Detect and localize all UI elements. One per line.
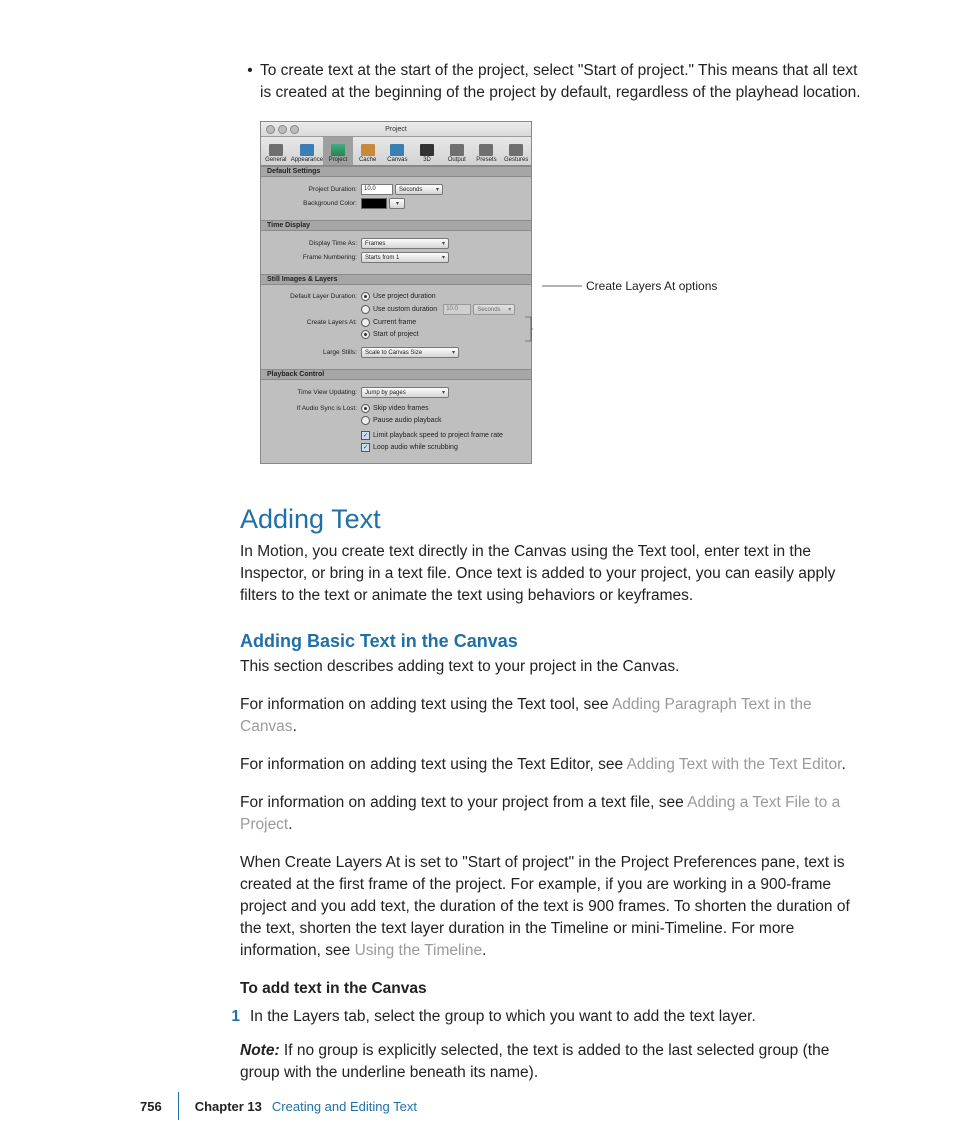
link-using-timeline[interactable]: Using the Timeline — [355, 942, 483, 959]
task-heading: To add text in the Canvas — [240, 978, 869, 1000]
radio-use-project-duration — [361, 292, 370, 301]
label-large-stills: Large Stills: — [267, 349, 361, 356]
chapter-label: Chapter 13 — [195, 1099, 262, 1114]
3d-icon — [420, 144, 434, 156]
canvas-icon — [390, 144, 404, 156]
tab-appearance: Appearance — [291, 137, 323, 165]
label-loop-audio: Loop audio while scrubbing — [373, 444, 458, 451]
section-time-display: Time Display — [261, 220, 531, 231]
dropdown-duration-unit: Seconds▾ — [395, 184, 443, 195]
radio-start-of-project — [361, 330, 370, 339]
output-icon — [450, 144, 464, 156]
label-create-layers-at: Create Layers At: — [267, 319, 361, 326]
tab-3d: 3D — [412, 137, 442, 165]
chapter-title: Creating and Editing Text — [272, 1099, 417, 1114]
label-bg-color: Background Color: — [267, 200, 361, 207]
link-text-editor[interactable]: Adding Text with the Text Editor — [627, 756, 842, 773]
paragraph-1: This section describes adding text to yo… — [240, 656, 869, 678]
heading-adding-basic-text: Adding Basic Text in the Canvas — [240, 631, 869, 652]
paragraph-3: For information on adding text using the… — [240, 754, 869, 776]
project-icon — [331, 144, 345, 156]
label-project-duration: Project Duration: — [267, 186, 361, 193]
figure: Project General Appearance Project Cache… — [260, 121, 869, 464]
section-still-images: Still Images & Layers — [261, 274, 531, 285]
heading-adding-text: Adding Text — [240, 504, 869, 535]
presets-icon — [479, 144, 493, 156]
label-skip-video: Skip video frames — [373, 405, 429, 412]
color-dropdown: ▾ — [389, 198, 405, 209]
input-custom-duration: 10.0 — [443, 304, 471, 315]
dropdown-custom-unit: Seconds▾ — [473, 304, 515, 315]
callout: Create Layers At options — [542, 279, 717, 293]
dropdown-time-view: Jump by pages▾ — [361, 387, 449, 398]
label-frame-numbering: Frame Numbering: — [267, 254, 361, 261]
step-1: 1 In the Layers tab, select the group to… — [240, 1006, 869, 1028]
tab-general: General — [261, 137, 291, 165]
label-start-of-project: Start of project — [373, 331, 419, 338]
checkbox-limit-playback: ✓ — [361, 431, 370, 440]
note-paragraph: Note: If no group is explicitly selected… — [240, 1040, 869, 1084]
radio-current-frame — [361, 318, 370, 327]
label-limit-playback: Limit playback speed to project frame ra… — [373, 432, 503, 439]
note-label: Note: — [240, 1042, 280, 1059]
radio-pause-audio — [361, 416, 370, 425]
color-swatch — [361, 198, 387, 209]
tab-canvas: Canvas — [382, 137, 412, 165]
label-display-time: Display Time As: — [267, 240, 361, 247]
note-text: If no group is explicitly selected, the … — [240, 1042, 829, 1081]
window-title: Project — [261, 126, 531, 133]
preferences-toolbar: General Appearance Project Cache Canvas … — [261, 137, 531, 166]
label-time-view: Time View Updating: — [267, 389, 361, 396]
label-pause-audio: Pause audio playback — [373, 417, 442, 424]
gestures-icon — [509, 144, 523, 156]
callout-leader-line — [542, 285, 582, 287]
intro-paragraph: In Motion, you create text directly in t… — [240, 541, 869, 607]
checkbox-loop-audio: ✓ — [361, 443, 370, 452]
radio-skip-video — [361, 404, 370, 413]
bullet-text: To create text at the start of the proje… — [260, 60, 869, 103]
tab-cache: Cache — [353, 137, 383, 165]
bullet-marker: • — [240, 60, 260, 103]
cache-icon — [361, 144, 375, 156]
page-footer: 756 Chapter 13 Creating and Editing Text — [140, 1092, 894, 1120]
tab-project: Project — [323, 137, 353, 165]
label-use-project: Use project duration — [373, 293, 436, 300]
tab-output: Output — [442, 137, 472, 165]
dropdown-frame-numbering: Starts from 1▾ — [361, 252, 449, 263]
dropdown-display-time: Frames▾ — [361, 238, 449, 249]
dropdown-large-stills: Scale to Canvas Size▾ — [361, 347, 459, 358]
step-text: In the Layers tab, select the group to w… — [250, 1006, 869, 1028]
tab-gestures: Gestures — [501, 137, 531, 165]
preferences-window: Project General Appearance Project Cache… — [260, 121, 532, 464]
label-current-frame: Current frame — [373, 319, 416, 326]
document-page: • To create text at the start of the pro… — [0, 0, 954, 1140]
page-number: 756 — [140, 1099, 162, 1114]
paragraph-5: When Create Layers At is set to "Start o… — [240, 852, 869, 962]
gear-icon — [269, 144, 283, 156]
paragraph-2: For information on adding text using the… — [240, 694, 869, 738]
callout-text: Create Layers At options — [586, 279, 717, 293]
bullet-item: • To create text at the start of the pro… — [240, 60, 869, 103]
label-use-custom: Use custom duration — [373, 306, 437, 313]
tab-presets: Presets — [472, 137, 502, 165]
label-default-layer-duration: Default Layer Duration: — [267, 293, 361, 300]
footer-divider — [178, 1092, 179, 1120]
label-audio-lost: If Audio Sync is Lost: — [267, 405, 361, 412]
bracket-icon — [525, 316, 533, 342]
section-body: Project Duration: 10.0 Seconds▾ Backgrou… — [261, 177, 531, 220]
appearance-icon — [300, 144, 314, 156]
section-playback-control: Playback Control — [261, 369, 531, 380]
step-number: 1 — [220, 1006, 250, 1028]
paragraph-4: For information on adding text to your p… — [240, 792, 869, 836]
section-default-settings: Default Settings — [261, 166, 531, 177]
radio-use-custom-duration — [361, 305, 370, 314]
window-titlebar: Project — [261, 122, 531, 137]
input-project-duration: 10.0 — [361, 184, 393, 195]
